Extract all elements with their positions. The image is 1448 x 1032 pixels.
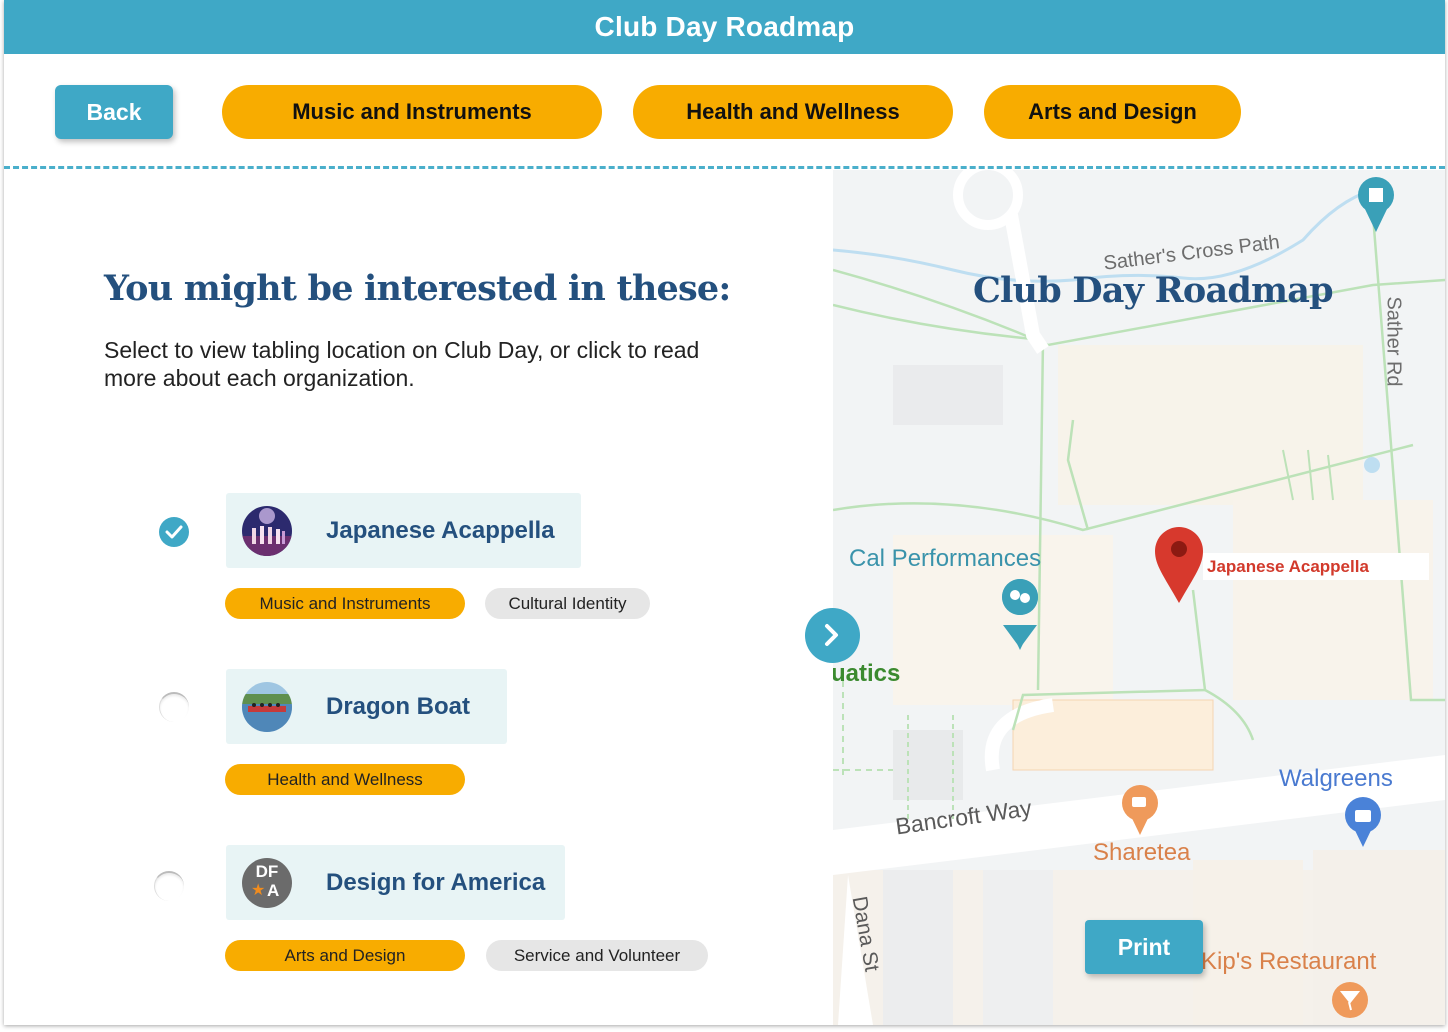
chevron-right-icon — [825, 624, 838, 646]
category-button-health[interactable]: Health and Wellness — [633, 85, 953, 139]
place-label-aquatics: uatics — [833, 660, 901, 687]
org-name: Japanese Acappella — [326, 517, 555, 544]
select-radio-dragon-boat[interactable] — [159, 692, 189, 722]
print-button[interactable]: Print — [1085, 920, 1203, 974]
org-tag-primary: Arts and Design — [225, 940, 465, 971]
section-divider — [4, 166, 1445, 169]
app-title-bar: Club Day Roadmap — [4, 0, 1445, 54]
org-name: Design for America — [326, 869, 546, 896]
recommendations-heading: You might be interested in these: — [104, 268, 731, 309]
bar-poi-icon — [1332, 982, 1368, 1018]
org-card-japanese-acappella[interactable]: Japanese Acappella — [226, 493, 581, 568]
app-title: Club Day Roadmap — [594, 11, 855, 42]
select-radio-japanese-acappella[interactable] — [159, 517, 189, 547]
category-button-music[interactable]: Music and Instruments — [222, 85, 602, 139]
org-avatar: DF ★ A — [242, 858, 292, 908]
club-day-map[interactable]: Sather's Cross Path Sather Rd Bancroft W… — [833, 170, 1445, 1025]
avatar-text-top: DF — [255, 862, 279, 881]
next-arrow-button[interactable] — [805, 608, 860, 663]
select-radio-design-for-america[interactable] — [154, 871, 184, 901]
category-button-arts[interactable]: Arts and Design — [984, 85, 1241, 139]
org-tag-primary: Music and Instruments — [225, 588, 465, 619]
place-label-sharetea: Sharetea — [1093, 839, 1191, 866]
place-label-walgreens: Walgreens — [1279, 765, 1393, 792]
avatar-text-bottom: A — [267, 881, 280, 900]
street-label-sather-rd: Sather Rd — [1382, 296, 1405, 387]
org-tag-secondary: Service and Volunteer — [486, 940, 708, 971]
place-label-kips-restaurant: Kip's Restaurant — [1201, 948, 1377, 975]
org-card-design-for-america[interactable]: DF ★ A Design for America — [226, 845, 565, 920]
place-label-cal-performances: Cal Performances — [849, 545, 1042, 572]
org-name: Dragon Boat — [326, 693, 470, 720]
org-tag-primary: Health and Wellness — [225, 764, 465, 795]
org-card-dragon-boat[interactable]: Dragon Boat — [226, 669, 507, 744]
org-avatar — [242, 682, 292, 732]
map-title: Club Day Roadmap — [973, 270, 1334, 311]
star-icon: ★ — [251, 882, 266, 899]
checkmark-icon — [165, 525, 183, 539]
pin-label: Japanese Acappella — [1203, 553, 1429, 580]
org-tag-secondary: Cultural Identity — [485, 588, 650, 619]
instructions-text: Select to view tabling location on Club … — [104, 337, 700, 391]
back-button[interactable]: Back — [55, 85, 173, 139]
org-avatar — [242, 506, 292, 556]
app-frame: Club Day Roadmap Back Music and Instrume… — [4, 0, 1445, 1025]
